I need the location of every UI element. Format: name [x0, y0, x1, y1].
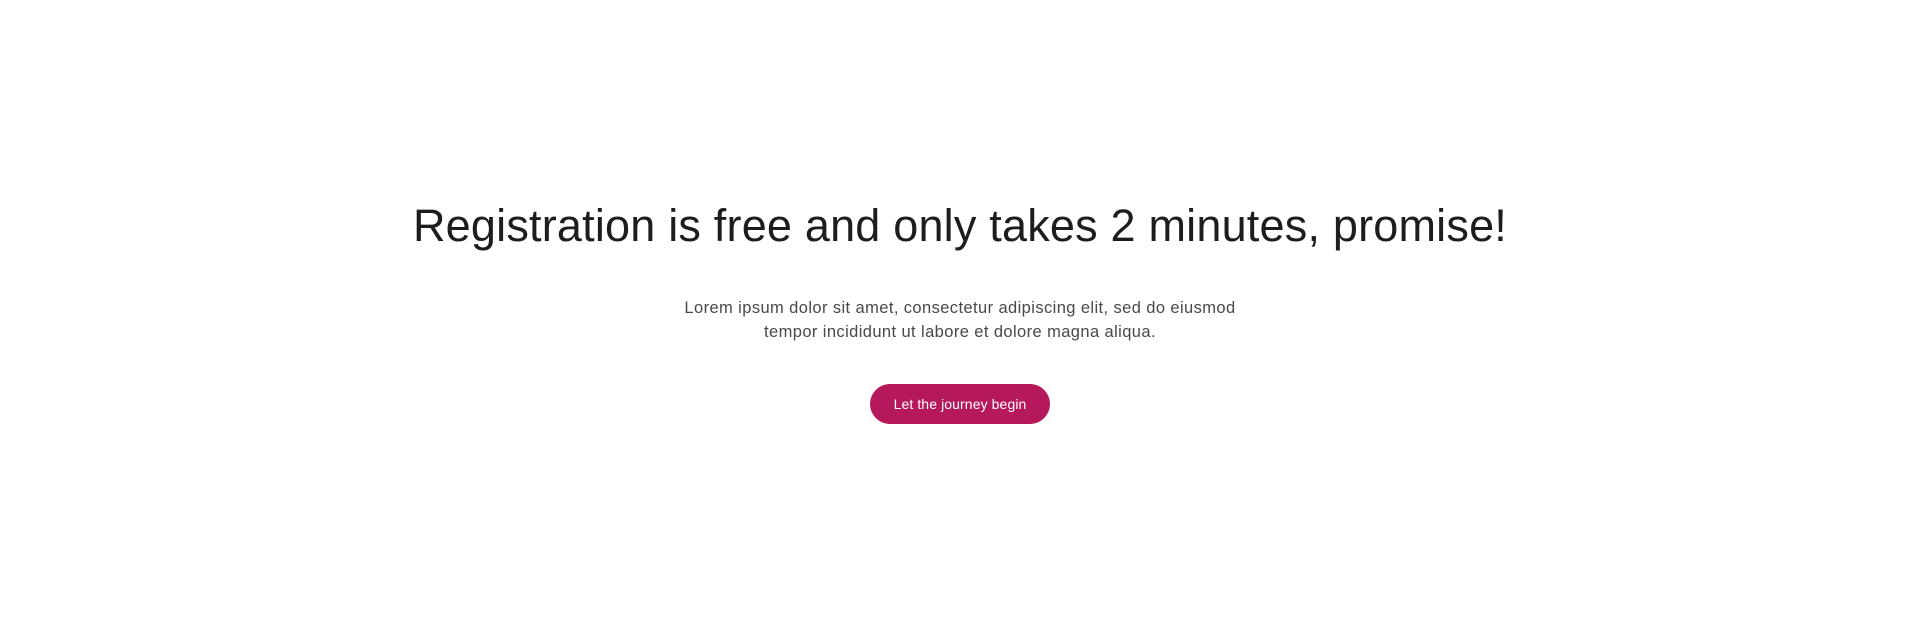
registration-cta-section: Registration is free and only takes 2 mi…	[0, 0, 1920, 620]
cta-description: Lorem ipsum dolor sit amet, consectetur …	[660, 296, 1260, 344]
page-title: Registration is free and only takes 2 mi…	[412, 200, 1507, 251]
description-line-1: Lorem ipsum dolor sit amet, consectetur …	[684, 299, 1236, 317]
start-journey-button[interactable]: Let the journey begin	[869, 384, 1051, 424]
description-line-2: tempor incididunt ut labore et dolore ma…	[764, 323, 1156, 341]
